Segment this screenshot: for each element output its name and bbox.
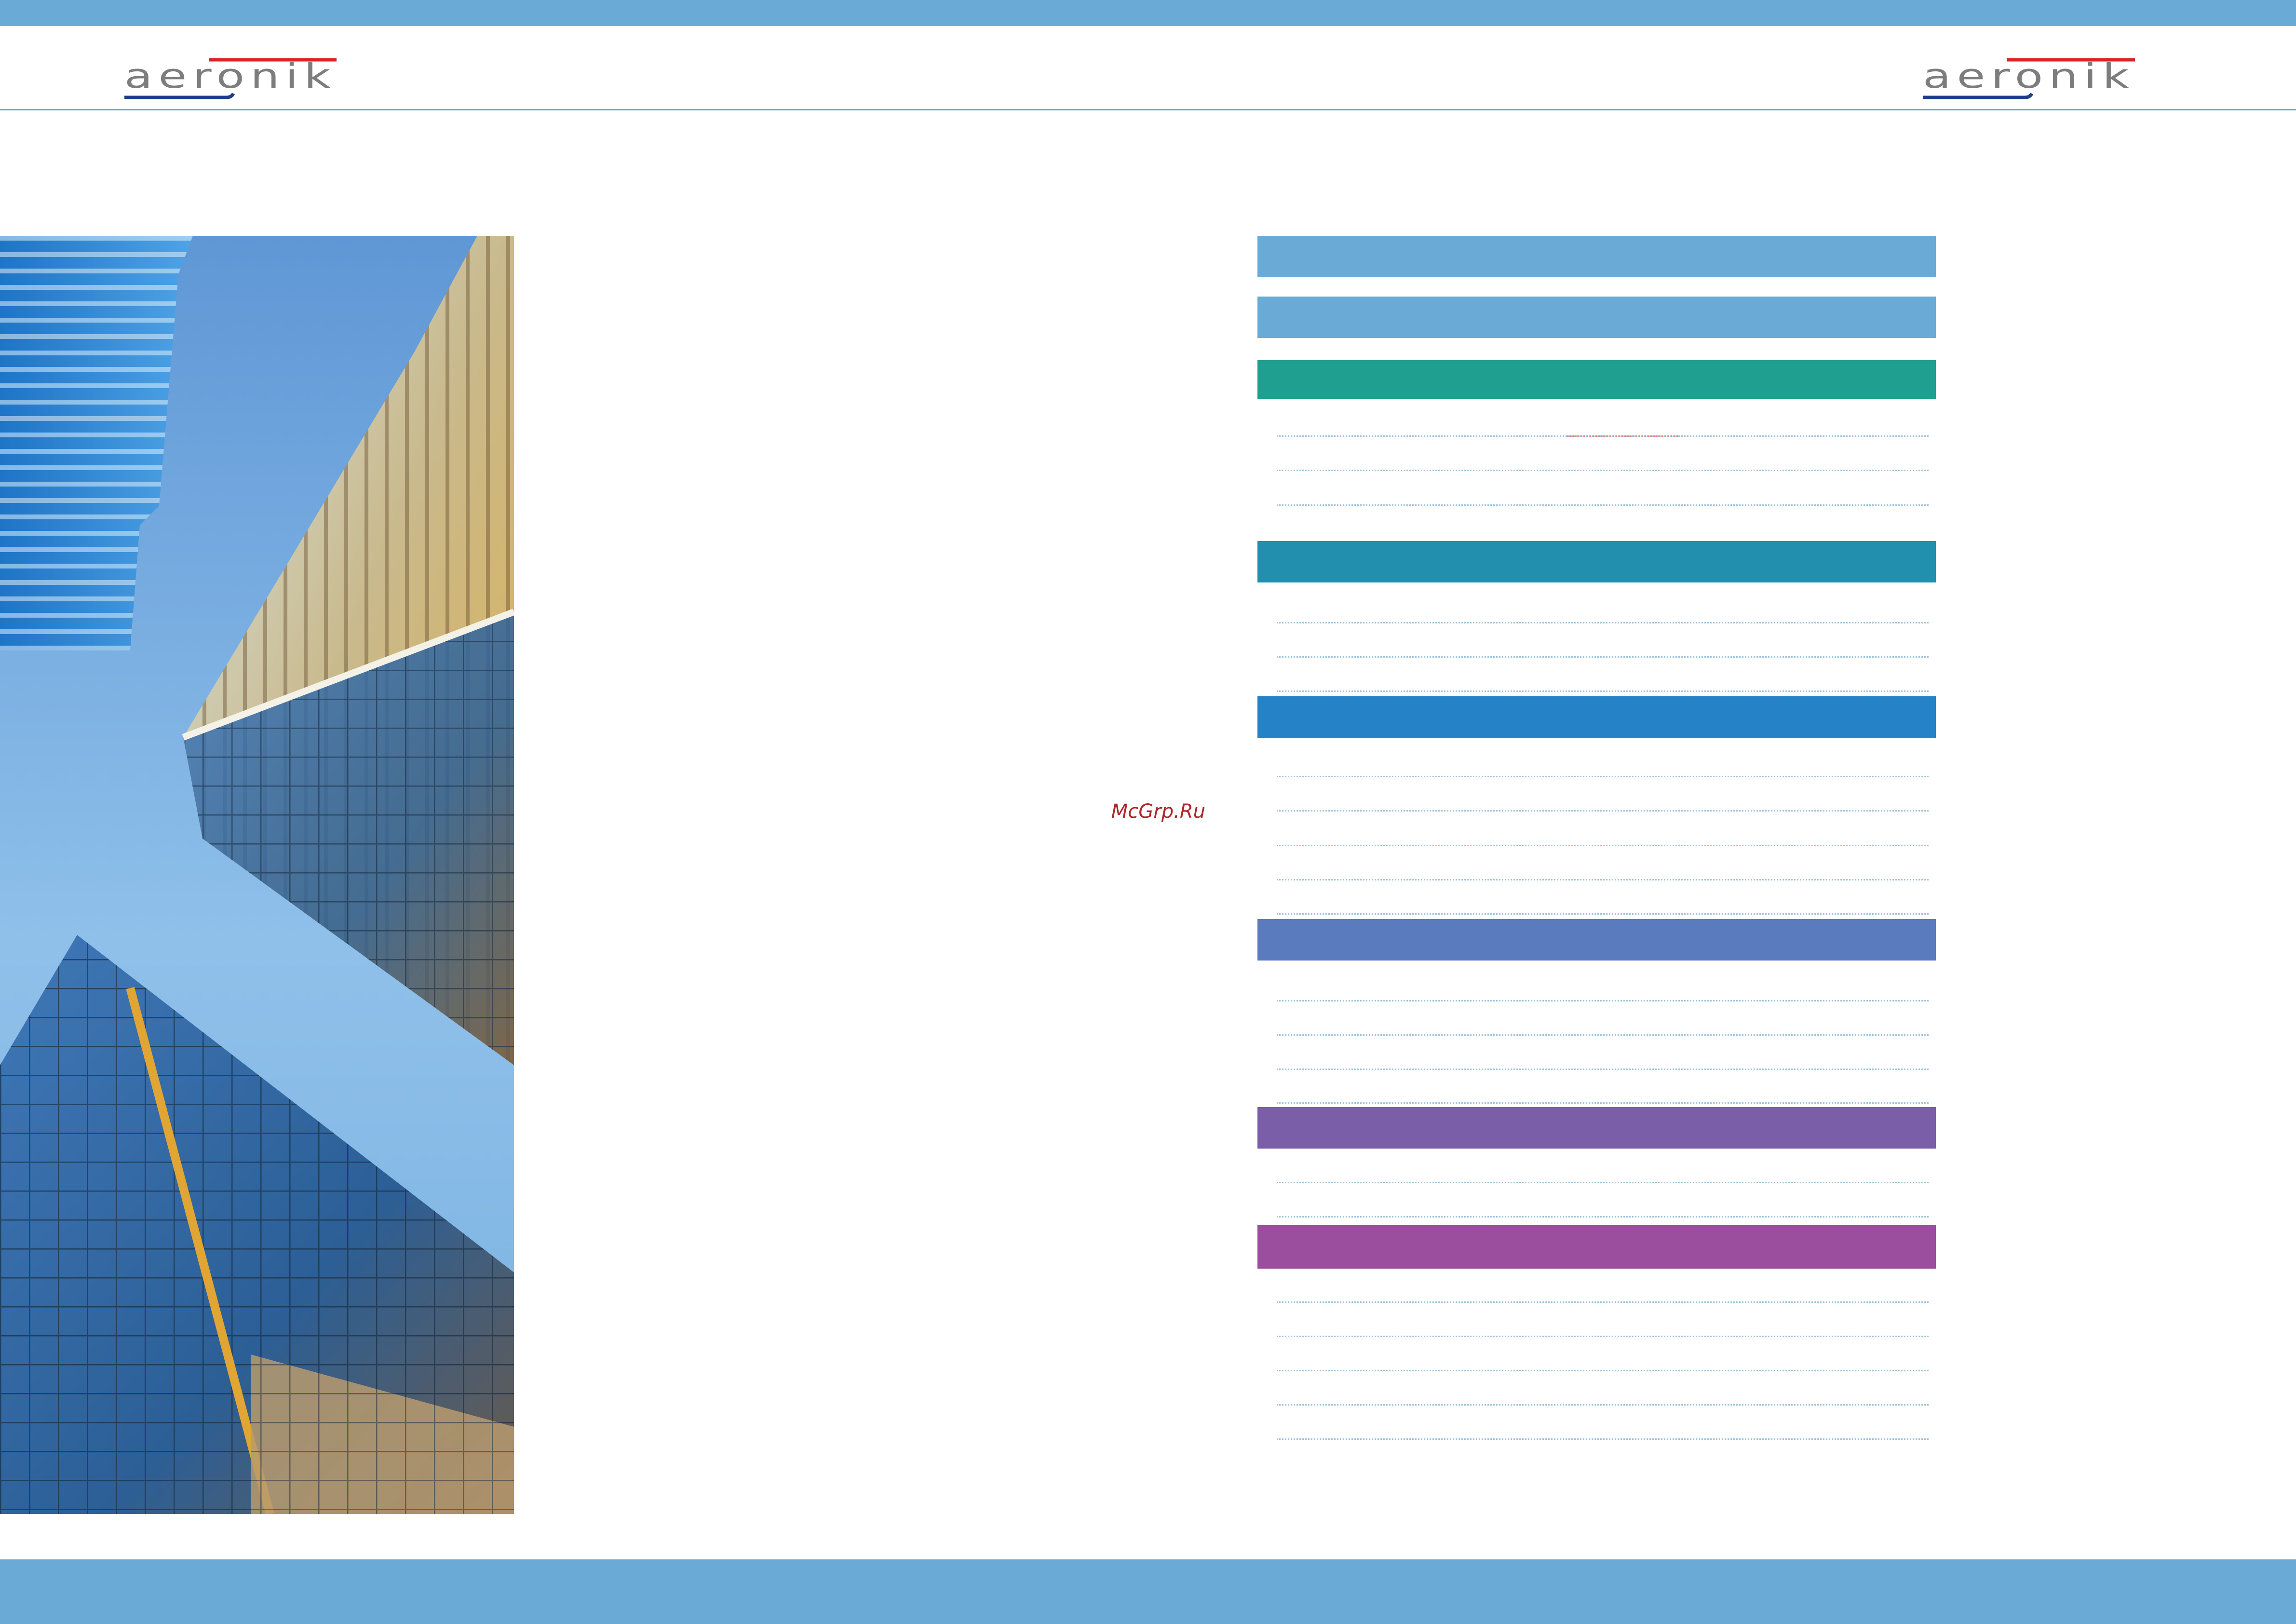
toc-entry-line (1277, 690, 1929, 692)
toc-section-bar-6 (1257, 919, 1936, 961)
toc-section-bar-4 (1257, 541, 1936, 582)
logo-text: aeronik (1923, 56, 2135, 96)
toc-entry-line (1277, 913, 1929, 915)
toc-entry-line (1277, 845, 1929, 846)
toc-entry-line (1277, 1034, 1929, 1036)
toc-entry-line (1277, 1102, 1929, 1104)
watermark-text: McGrp.Ru (1111, 800, 1205, 823)
header-divider (0, 109, 2296, 110)
toc-section-bar-3 (1257, 360, 1936, 399)
toc-entry-line (1277, 1370, 1929, 1371)
bottom-color-band (0, 1559, 2296, 1624)
toc-entry-line (1277, 776, 1929, 777)
toc-section-bar-2 (1257, 297, 1936, 338)
top-color-band (0, 0, 2296, 26)
toc-section-bar-1 (1257, 236, 1936, 277)
toc-entry-line (1277, 1404, 1929, 1406)
toc-entry-line (1277, 1438, 1929, 1440)
toc-entry-line (1277, 622, 1929, 623)
toc-entry-line (1277, 810, 1929, 812)
aeronik-logo-right: aeronik (1923, 56, 2135, 99)
toc-entry-line (1277, 656, 1929, 658)
skyscraper-photo (0, 236, 514, 1514)
toc-entry-line (1277, 1000, 1929, 1001)
toc-entry-line (1277, 1069, 1929, 1070)
toc-section-bar-7 (1257, 1107, 1936, 1149)
toc-entry-line (1277, 879, 1929, 880)
logo-text: aeronik (124, 56, 337, 96)
toc-entry-line (1277, 470, 1929, 471)
toc-section-bar-8 (1257, 1225, 1936, 1269)
aeronik-logo-left: aeronik (124, 56, 337, 99)
toc-entry-line (1277, 1336, 1929, 1337)
toc-entry-line (1277, 1301, 1929, 1303)
toc-entry-line (1277, 1216, 1929, 1218)
toc-entry-line (1277, 504, 1929, 506)
toc-entry-highlight (1567, 435, 1678, 437)
toc-entry-line (1277, 1182, 1929, 1183)
toc-section-bar-5 (1257, 696, 1936, 738)
